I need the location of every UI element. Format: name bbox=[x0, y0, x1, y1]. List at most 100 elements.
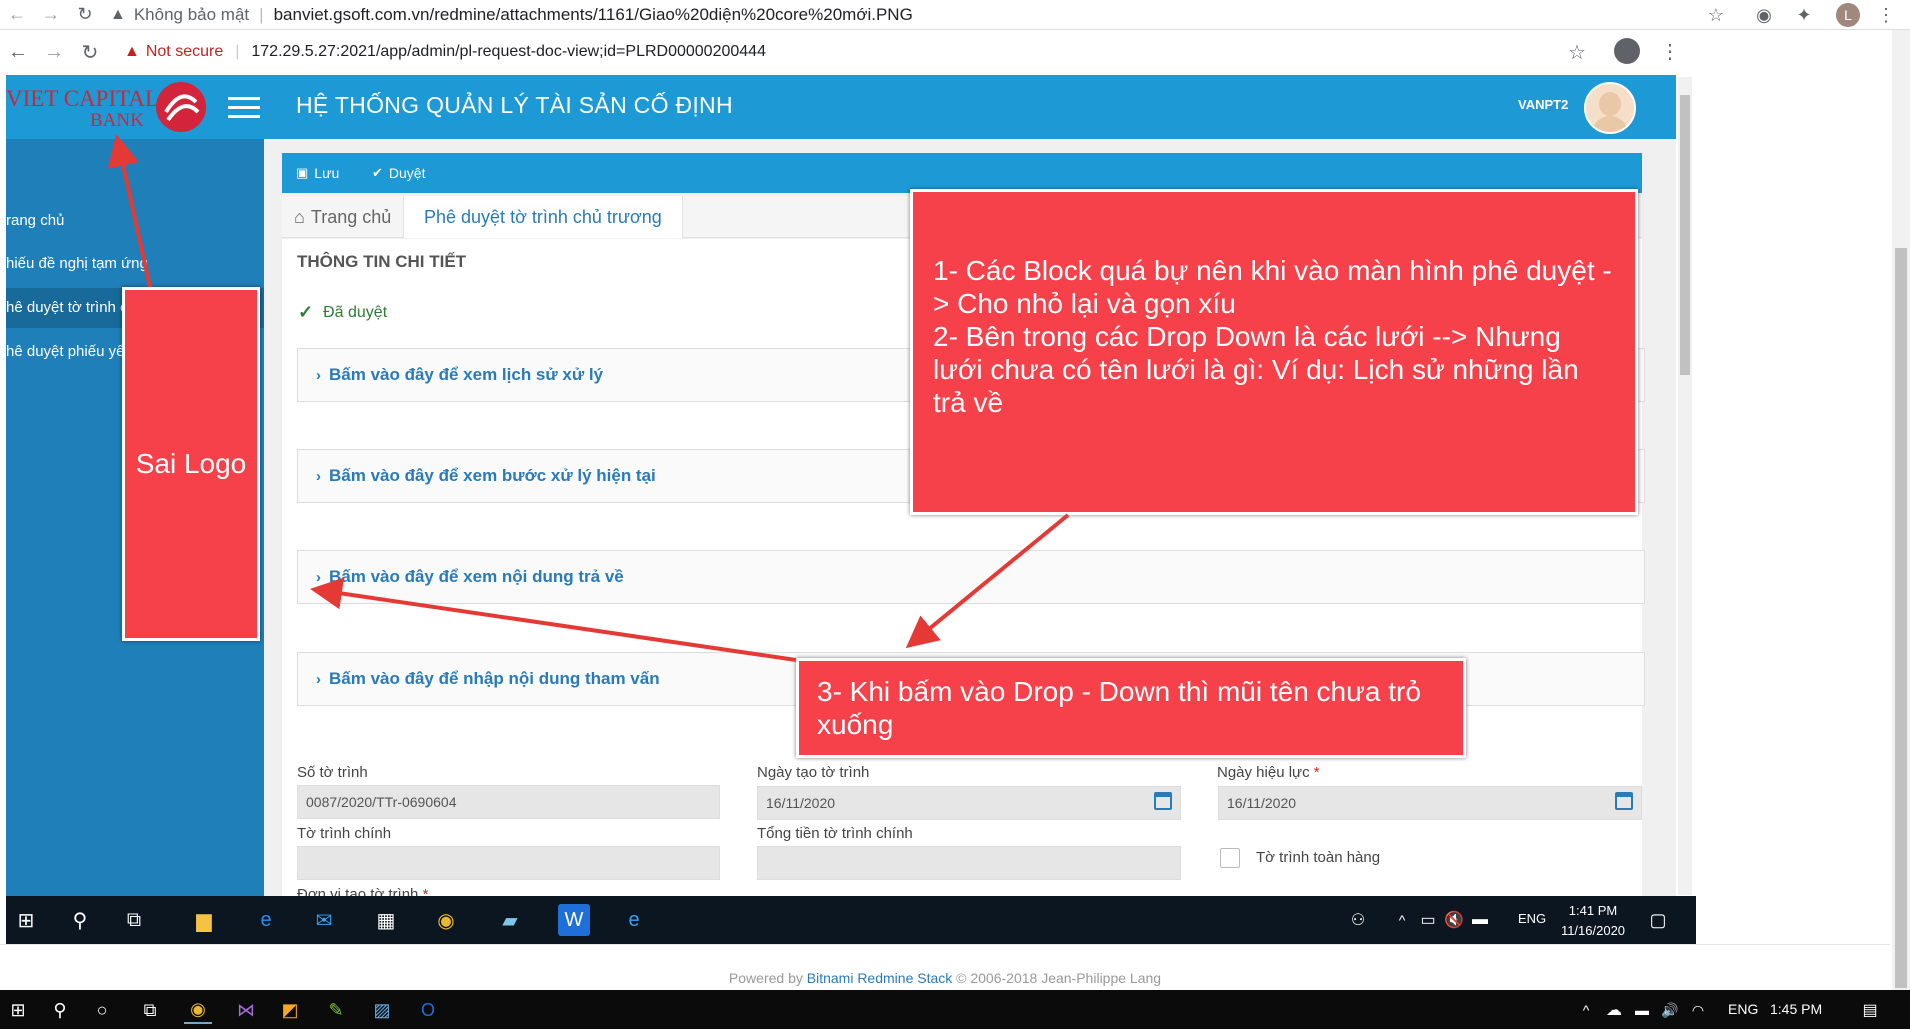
windows-start-icon[interactable]: ⊞ bbox=[10, 904, 42, 936]
footer-link[interactable]: Bitnami Redmine Stack bbox=[807, 970, 953, 986]
inner-account-icon[interactable] bbox=[1614, 38, 1640, 64]
approve-button[interactable]: ✔ Duyệt bbox=[372, 165, 425, 181]
avatar-body-icon bbox=[1592, 116, 1628, 132]
language-indicator[interactable]: ENG bbox=[1728, 1001, 1758, 1017]
outlook-icon[interactable]: O bbox=[414, 996, 442, 1024]
user-avatar[interactable] bbox=[1584, 82, 1636, 134]
outer-bookmark-star-icon[interactable]: ☆ bbox=[1704, 3, 1728, 27]
outer-taskbar: ⊞ ⚲ ○ ⧉ ◉ ⋈ ◩ ✎ ▨ O ^ ☁ ▬ 🔊 ◠ ENG 1:45 P… bbox=[0, 990, 1910, 1029]
scrollbar-thumb[interactable] bbox=[1680, 95, 1690, 375]
mail-icon[interactable]: ✉ bbox=[308, 904, 340, 936]
outer-page-scrollbar[interactable] bbox=[1892, 30, 1910, 990]
outer-profile-avatar[interactable]: L bbox=[1836, 3, 1860, 27]
photos-icon[interactable]: ▨ bbox=[368, 996, 396, 1024]
tong-tien-field[interactable] bbox=[757, 846, 1181, 880]
inner-browser-toolbar: ← → ↻ ▲ Not secure | 172.29.5.27:2021/app… bbox=[0, 31, 1690, 73]
search-icon[interactable]: ⚲ bbox=[46, 996, 74, 1024]
checkmark-icon: ✓ bbox=[298, 302, 314, 322]
save-button[interactable]: ▣ Lưu bbox=[296, 165, 339, 181]
internet-explorer-icon[interactable]: e bbox=[618, 904, 650, 936]
outer-forward-icon[interactable]: → bbox=[34, 4, 68, 25]
visual-studio-icon[interactable]: ⋈ bbox=[232, 996, 260, 1024]
breadcrumb-current[interactable]: Phê duyệt tờ trình chủ trương bbox=[404, 196, 683, 238]
word-icon[interactable]: W bbox=[558, 904, 590, 936]
status-label: Đã duyệt bbox=[323, 303, 388, 321]
so-to-trinh-field[interactable]: 0087/2020/TTr-0690604 bbox=[297, 785, 720, 819]
task-view-icon[interactable]: ⧉ bbox=[136, 996, 164, 1024]
to-trinh-chinh-label: Tờ trình chính bbox=[297, 825, 392, 842]
ngay-tao-field[interactable]: 16/11/2020 bbox=[757, 786, 1181, 820]
tray-chevron-up-icon[interactable]: ^ bbox=[1572, 996, 1600, 1024]
so-to-trinh-label: Số tờ trình bbox=[297, 764, 368, 781]
calendar-icon[interactable] bbox=[1154, 792, 1172, 810]
windows-start-icon[interactable]: ⊞ bbox=[4, 996, 32, 1024]
annotation-line: 2- Bên trong các Drop Down là các lưới -… bbox=[933, 321, 1579, 418]
bank-logo[interactable]: VIET CAPITAL BANK bbox=[6, 78, 206, 136]
status-badge: ✓ Đã duyệt bbox=[298, 302, 387, 323]
accordion-return-content[interactable]: › Bấm vào đây để xem nội dung trả về bbox=[297, 550, 1645, 604]
people-icon[interactable]: ⚇ bbox=[1342, 904, 1374, 936]
toan-hang-label: Tờ trình toàn hàng bbox=[1256, 849, 1381, 866]
clock[interactable]: 1:45 PM bbox=[1770, 1001, 1822, 1017]
volume-icon[interactable]: 🔊 bbox=[1656, 996, 1684, 1024]
inner-page-scrollbar[interactable] bbox=[1678, 77, 1692, 895]
inner-security-indicator[interactable]: ▲ Not secure bbox=[124, 43, 223, 61]
file-explorer-icon[interactable]: ▆ bbox=[188, 904, 220, 936]
outer-extensions-puzzle-icon[interactable]: ✦ bbox=[1792, 3, 1816, 27]
outer-address-bar[interactable]: ▲ Không bảo mật | banviet.gsoft.com.vn/r… bbox=[110, 5, 913, 25]
outer-security-label: Không bảo mật bbox=[133, 4, 250, 24]
ngay-hieu-luc-label-text: Ngày hiệu lực bbox=[1217, 764, 1310, 781]
outer-reload-icon[interactable]: ↻ bbox=[68, 4, 102, 25]
onedrive-cloud-icon[interactable]: ☁ bbox=[1600, 996, 1628, 1024]
logo-mark-icon bbox=[156, 82, 206, 132]
detail-title: THÔNG TIN CHI TIẾT bbox=[297, 252, 467, 271]
hamburger-menu-icon[interactable] bbox=[228, 97, 260, 119]
app-orange-icon[interactable]: ◩ bbox=[276, 996, 304, 1024]
outer-browser-toolbar: ← → ↻ ▲ Không bảo mật | banviet.gsoft.co… bbox=[0, 0, 1910, 30]
clock[interactable]: 1:41 PM 11/16/2020 bbox=[1558, 901, 1628, 941]
chrome-icon[interactable]: ◉ bbox=[430, 904, 462, 936]
ngay-tao-label: Ngày tạo tờ trình bbox=[757, 764, 870, 781]
inner-bookmark-star-icon[interactable]: ☆ bbox=[1568, 40, 1586, 65]
annotation-dropdown-note: 3- Khi bấm vào Drop - Down thì mũi tên c… bbox=[796, 658, 1466, 758]
inner-address-bar[interactable]: | 172.29.5.27:2021/app/admin/pl-request-d… bbox=[235, 43, 766, 61]
user-name[interactable]: VANPT2 bbox=[1518, 97, 1568, 112]
outer-extension-g-icon[interactable]: ◉ bbox=[1752, 3, 1776, 27]
outer-back-icon[interactable]: ← bbox=[0, 4, 34, 25]
inner-reload-icon[interactable]: ↻ bbox=[72, 40, 108, 65]
home-icon: ⌂ bbox=[294, 206, 305, 227]
ngay-hieu-luc-label: Ngày hiệu lực * bbox=[1217, 764, 1320, 781]
book-app-icon[interactable]: ▰ bbox=[494, 904, 526, 936]
store-icon[interactable]: ▦ bbox=[370, 904, 402, 936]
outer-url-divider: | bbox=[259, 4, 264, 24]
task-view-icon[interactable]: ⧉ bbox=[118, 904, 150, 936]
inner-menu-icon[interactable]: ⋮ bbox=[1660, 39, 1680, 64]
check-icon: ✔ bbox=[372, 165, 383, 180]
to-trinh-chinh-field[interactable] bbox=[297, 846, 720, 880]
inner-back-icon[interactable]: ← bbox=[0, 41, 36, 64]
battery-icon[interactable]: ▬ bbox=[1628, 996, 1656, 1024]
inner-forward-icon[interactable]: → bbox=[36, 41, 72, 64]
chrome-icon[interactable]: ◉ bbox=[184, 996, 212, 1024]
chevron-right-icon: › bbox=[316, 670, 321, 688]
battery-icon[interactable]: ▬ bbox=[1464, 904, 1496, 936]
calendar-icon[interactable] bbox=[1615, 792, 1633, 810]
notification-icon[interactable]: ▤ bbox=[1856, 996, 1884, 1024]
redmine-footer: Powered by Bitnami Redmine Stack © 2006-… bbox=[0, 944, 1890, 990]
ngay-hieu-luc-field[interactable]: 16/11/2020 bbox=[1218, 786, 1642, 820]
outer-menu-icon[interactable]: ⋮ bbox=[1874, 3, 1898, 27]
chevron-right-icon: › bbox=[316, 467, 321, 485]
scrollbar-thumb[interactable] bbox=[1895, 248, 1907, 988]
edge-icon[interactable]: e bbox=[250, 904, 282, 936]
wifi-icon[interactable]: ◠ bbox=[1684, 996, 1712, 1024]
toan-hang-checkbox[interactable] bbox=[1220, 848, 1240, 868]
app-paint-icon[interactable]: ✎ bbox=[322, 996, 350, 1024]
sidebar-item-advance-request[interactable]: hiếu đề nghị tạm ứng bbox=[6, 244, 264, 284]
search-icon[interactable]: ⚲ bbox=[64, 904, 96, 936]
notification-icon[interactable]: ▢ bbox=[1642, 904, 1674, 936]
breadcrumb-home[interactable]: ⌂ Trang chủ bbox=[282, 196, 405, 238]
language-indicator[interactable]: ENG bbox=[1518, 911, 1546, 926]
cortana-icon[interactable]: ○ bbox=[88, 996, 116, 1024]
sidebar-item-home[interactable]: rang chủ bbox=[6, 201, 264, 241]
footer-suffix: © 2006-2018 Jean-Philippe Lang bbox=[956, 970, 1162, 986]
